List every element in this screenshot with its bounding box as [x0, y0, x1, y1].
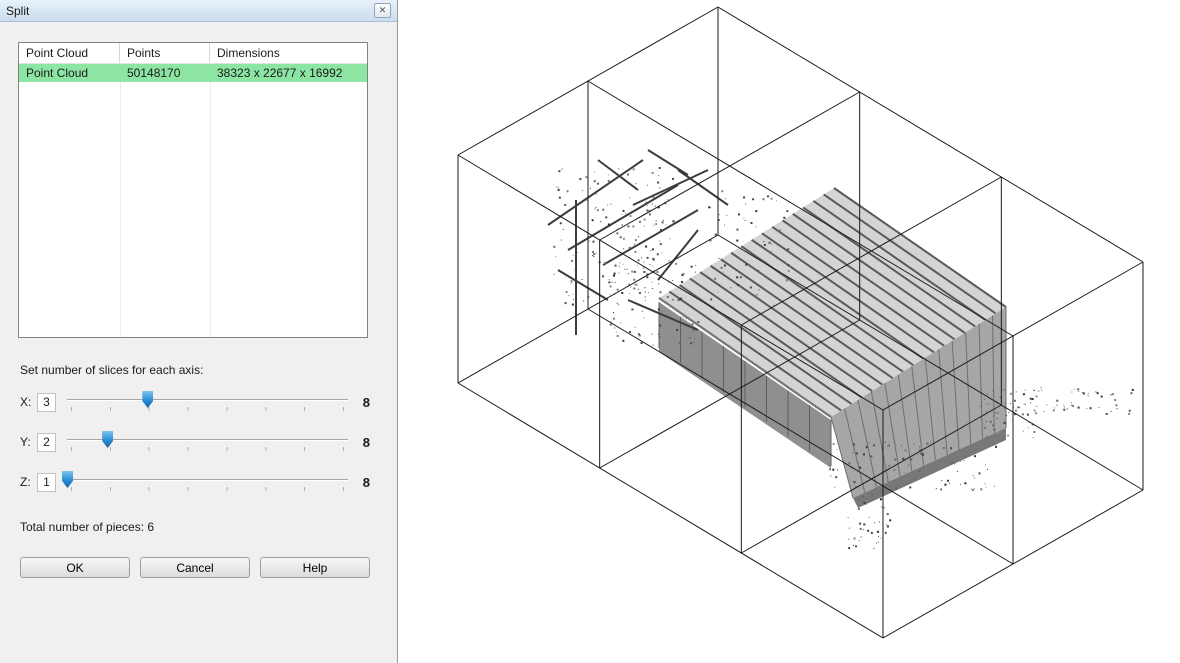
split-dialog: Split ✕ Point Cloud Points Dimensions Po… [0, 0, 398, 663]
ok-button[interactable]: OK [20, 557, 130, 578]
column-header-point-cloud[interactable]: Point Cloud [19, 43, 120, 63]
x-slider-row: X: 3 8 [20, 389, 370, 415]
cancel-button[interactable]: Cancel [140, 557, 250, 578]
x-value-box[interactable]: 3 [37, 393, 56, 412]
3d-viewport[interactable] [398, 0, 1180, 663]
table-header: Point Cloud Points Dimensions [19, 43, 367, 64]
y-slider-row: Y: 2 8 [20, 429, 370, 455]
cell-points-count: 50148170 [120, 64, 210, 82]
z-slider-row: Z: 1 8 [20, 469, 370, 495]
x-axis-label: X: [20, 395, 37, 409]
x-slider-ticks [71, 407, 344, 411]
column-header-dimensions[interactable]: Dimensions [210, 43, 367, 63]
table-column-divider [210, 43, 211, 337]
table-column-divider [120, 43, 121, 337]
column-header-points[interactable]: Points [120, 43, 210, 63]
z-axis-label: Z: [20, 475, 37, 489]
z-slider-track[interactable] [67, 470, 348, 494]
total-pieces-label: Total number of pieces: 6 [20, 520, 154, 534]
x-slider-thumb[interactable] [142, 391, 153, 408]
slices-instruction-label: Set number of slices for each axis: [20, 363, 203, 377]
y-value-box[interactable]: 2 [37, 433, 56, 452]
help-button[interactable]: Help [260, 557, 370, 578]
point-cloud-scene [398, 0, 1180, 663]
y-slider-thumb[interactable] [102, 431, 113, 448]
z-slider-ticks [71, 487, 344, 491]
z-slider-thumb[interactable] [62, 471, 73, 488]
x-slider-track[interactable] [67, 390, 348, 414]
cell-point-cloud-name: Point Cloud [19, 64, 120, 82]
y-slider-track[interactable] [67, 430, 348, 454]
close-icon[interactable]: ✕ [374, 3, 391, 18]
z-slider-groove [67, 479, 348, 481]
dialog-titlebar[interactable]: Split ✕ [0, 0, 397, 22]
y-axis-label: Y: [20, 435, 37, 449]
dialog-buttons: OK Cancel Help [20, 557, 370, 578]
app-window: Split ✕ Point Cloud Points Dimensions Po… [0, 0, 1180, 663]
dialog-title: Split [6, 4, 374, 18]
cell-dimensions: 38323 x 22677 x 16992 [210, 64, 367, 82]
x-max-label: 8 [357, 395, 370, 410]
z-max-label: 8 [357, 475, 370, 490]
table-row[interactable]: Point Cloud 50148170 38323 x 22677 x 169… [19, 64, 367, 82]
z-value-box[interactable]: 1 [37, 473, 56, 492]
x-slider-groove [67, 399, 348, 401]
y-max-label: 8 [357, 435, 370, 450]
y-slider-ticks [71, 447, 344, 451]
point-cloud-table: Point Cloud Points Dimensions Point Clou… [18, 42, 368, 338]
